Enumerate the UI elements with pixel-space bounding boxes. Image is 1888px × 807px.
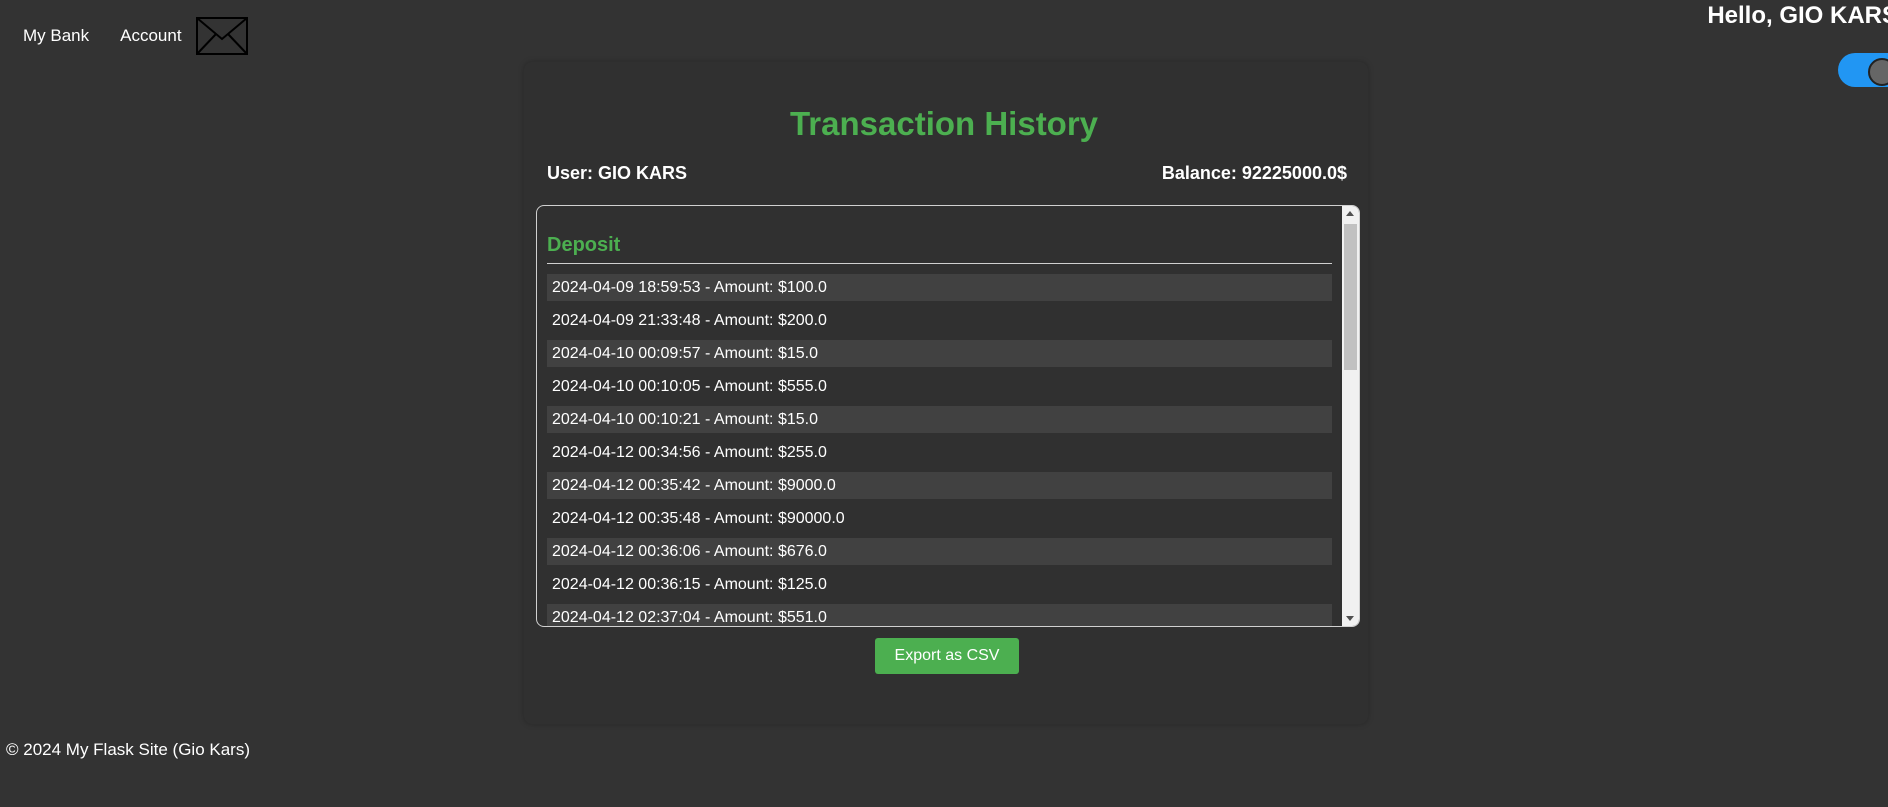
section-title-deposit: Deposit <box>547 234 1332 264</box>
nav-my-bank[interactable]: My Bank <box>23 26 89 46</box>
transaction-history-panel[interactable]: Deposit 2024-04-09 18:59:53 - Amount: $1… <box>536 205 1360 627</box>
nav-account[interactable]: Account <box>120 26 181 46</box>
list-item: 2024-04-10 00:09:57 - Amount: $15.0 <box>547 340 1332 367</box>
scroll-down-icon[interactable] <box>1346 616 1354 621</box>
list-item: 2024-04-10 00:10:05 - Amount: $555.0 <box>552 378 827 395</box>
transaction-list: 2024-04-09 18:59:53 - Amount: $100.0 202… <box>547 274 1332 626</box>
list-item: 2024-04-12 00:35:42 - Amount: $9000.0 <box>547 472 1332 499</box>
list-item: 2024-04-12 00:35:48 - Amount: $90000.0 <box>552 510 845 527</box>
history-content: Deposit 2024-04-09 18:59:53 - Amount: $1… <box>547 206 1332 626</box>
top-nav: My Bank Account <box>0 0 248 72</box>
toggle-knob-icon <box>1868 58 1888 86</box>
export-csv-button[interactable]: Export as CSV <box>875 638 1019 674</box>
list-item: 2024-04-12 00:34:56 - Amount: $255.0 <box>552 444 827 461</box>
balance-label: Balance: 92225000.0$ <box>1161 163 1347 183</box>
list-item: 2024-04-09 21:33:48 - Amount: $200.0 <box>552 312 827 329</box>
scrollbar-thumb[interactable] <box>1344 224 1357 370</box>
list-item: 2024-04-09 18:59:53 - Amount: $100.0 <box>547 274 1332 301</box>
list-item: 2024-04-12 00:36:15 - Amount: $125.0 <box>552 576 827 593</box>
theme-toggle[interactable] <box>1838 53 1888 87</box>
footer-text: © 2024 My Flask Site (Gio Kars) <box>6 740 250 759</box>
user-label: User: GIO KARS <box>547 163 688 183</box>
greeting-text: Hello, GIO KARS <box>1707 2 1888 29</box>
list-item: 2024-04-10 00:10:21 - Amount: $15.0 <box>547 406 1332 433</box>
page-title: Transaction History <box>789 105 1099 142</box>
list-item: 2024-04-12 02:37:04 - Amount: $551.0 <box>547 604 1332 626</box>
scroll-up-icon[interactable] <box>1346 211 1354 216</box>
vertical-scrollbar[interactable] <box>1342 206 1359 626</box>
list-item: 2024-04-12 00:36:06 - Amount: $676.0 <box>547 538 1332 565</box>
envelope-icon[interactable] <box>195 17 248 55</box>
